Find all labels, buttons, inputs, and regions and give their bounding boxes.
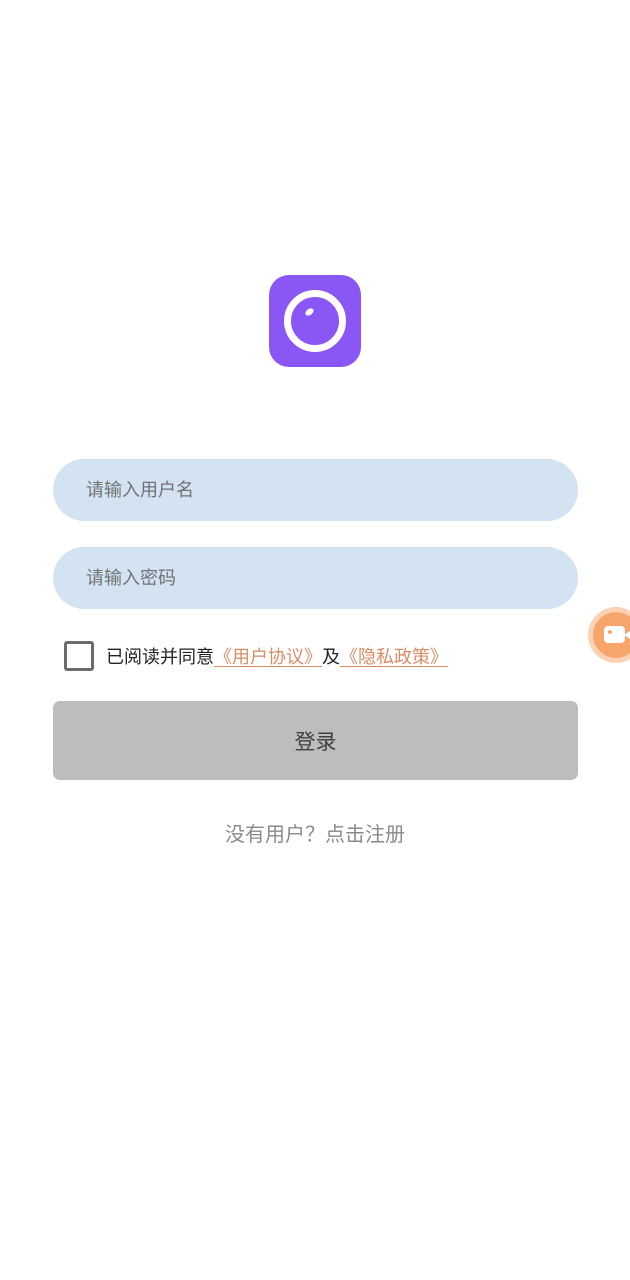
- login-button[interactable]: 登录: [53, 701, 578, 780]
- agreement-conjunction-text: 及: [322, 647, 340, 668]
- camera-lens-icon: [284, 290, 346, 352]
- agreement-row: 已阅读并同意 《用户协议》 及 《隐私政策》: [64, 640, 448, 672]
- password-field-container: [53, 547, 578, 609]
- privacy-policy-link[interactable]: 《隐私政策》: [340, 643, 448, 669]
- floating-video-button[interactable]: [588, 607, 630, 663]
- agreement-checkbox[interactable]: [64, 641, 94, 671]
- username-field-container: [53, 459, 578, 521]
- agreement-prefix-text: 已阅读并同意: [106, 647, 214, 668]
- user-agreement-link[interactable]: 《用户协议》: [214, 643, 322, 669]
- password-input[interactable]: [53, 547, 578, 609]
- app-logo: [269, 275, 361, 367]
- register-link[interactable]: 没有用户？点击注册: [0, 818, 630, 847]
- username-input[interactable]: [53, 459, 578, 521]
